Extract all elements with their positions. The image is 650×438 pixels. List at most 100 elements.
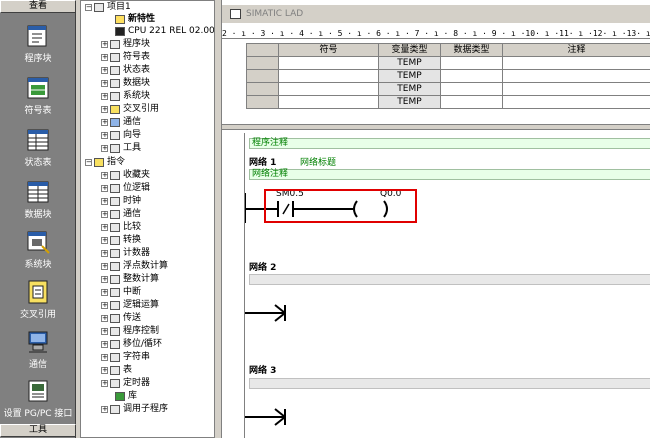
tree-node-communication[interactable]: + 通信 xyxy=(101,117,141,128)
var-type-cell[interactable]: TEMP xyxy=(378,56,441,70)
nav-data-block[interactable]: 数据块 xyxy=(0,180,76,230)
tree-node-compare[interactable]: + 比较 xyxy=(101,222,141,233)
tree-node-whats-new[interactable]: 新特性 xyxy=(115,14,155,25)
splitter[interactable] xyxy=(222,124,650,130)
rung-2-empty[interactable] xyxy=(245,301,305,325)
tree-node-wizard[interactable]: + 向导 xyxy=(101,130,141,141)
tree-node-label: 数据块 xyxy=(123,78,151,88)
expand-icon[interactable]: + xyxy=(101,380,108,387)
expand-icon[interactable]: + xyxy=(101,93,108,100)
tree-node-symbol-table[interactable]: + 符号表 xyxy=(101,52,150,63)
tree-node-library[interactable]: 库 xyxy=(115,391,137,402)
view-header[interactable]: 查看 xyxy=(0,0,76,13)
nav-system-block[interactable]: 系统块 xyxy=(0,230,76,280)
tools-header[interactable]: 工具 xyxy=(0,424,76,437)
table-row[interactable]: TEMP xyxy=(246,95,650,109)
tree-node-favorites[interactable]: + 收藏夹 xyxy=(101,170,150,181)
expand-icon[interactable]: + xyxy=(101,406,108,413)
expand-icon[interactable]: + xyxy=(101,80,108,87)
expand-icon[interactable]: + xyxy=(101,367,108,374)
tree-node-program-control[interactable]: + 程序控制 xyxy=(101,326,159,337)
expand-icon[interactable]: + xyxy=(101,41,108,48)
col-header-comment[interactable]: 注释 xyxy=(502,43,650,57)
expand-icon[interactable]: + xyxy=(101,185,108,192)
tree-node-label: 程序块 xyxy=(123,39,151,49)
expand-icon[interactable]: + xyxy=(101,237,108,244)
tree-node-table[interactable]: + 表 xyxy=(101,365,132,376)
tree-node-system-block[interactable]: + 系统块 xyxy=(101,91,150,102)
col-header-symbol[interactable]: 符号 xyxy=(278,43,379,57)
expand-icon[interactable]: + xyxy=(101,54,108,61)
col-header-data-type[interactable]: 数据类型 xyxy=(440,43,503,57)
tree-node-communication-instr[interactable]: + 通信 xyxy=(101,209,141,220)
tree-node-bit-logic[interactable]: + 位逻辑 xyxy=(101,183,150,194)
collapse-icon[interactable]: − xyxy=(85,4,92,11)
tree-node-logic-ops[interactable]: + 逻辑运算 xyxy=(101,300,159,311)
expand-icon[interactable]: + xyxy=(101,315,108,322)
var-type-cell[interactable]: TEMP xyxy=(378,82,441,96)
nav-pg-pc-interface[interactable]: 设置 PG/PC 接口 xyxy=(0,379,76,429)
expand-icon[interactable]: + xyxy=(101,211,108,218)
network-3-comment[interactable] xyxy=(249,378,650,389)
rung-3-empty[interactable] xyxy=(245,405,305,429)
tree-node-counter[interactable]: + 计数器 xyxy=(101,248,150,259)
var-type-cell[interactable]: TEMP xyxy=(378,95,441,109)
expand-icon[interactable]: + xyxy=(101,172,108,179)
table-row[interactable]: TEMP xyxy=(246,82,650,96)
network-3-label[interactable]: 网络 3 xyxy=(249,363,276,376)
network-comment[interactable]: 网络注释 xyxy=(249,169,650,180)
tree-node-project[interactable]: − 项目1 xyxy=(85,2,131,13)
tree-node-tools[interactable]: + 工具 xyxy=(101,143,141,154)
expand-icon[interactable]: + xyxy=(101,145,108,152)
nav-cross-reference[interactable]: 交叉引用 xyxy=(0,280,76,330)
nav-program-block[interactable]: 程序块 xyxy=(0,24,76,74)
program-comment[interactable]: 程序注释 xyxy=(249,138,650,149)
tree-node-data-block[interactable]: + 数据块 xyxy=(101,78,150,89)
tree-node-program-block[interactable]: + 程序块 xyxy=(101,39,150,50)
col-header-var-type[interactable]: 变量类型 xyxy=(378,43,441,57)
tree-node-move[interactable]: + 传送 xyxy=(101,313,141,324)
tree-node-cross-reference[interactable]: + 交叉引用 xyxy=(101,104,159,115)
expand-icon[interactable]: + xyxy=(101,276,108,283)
expand-icon[interactable]: + xyxy=(101,341,108,348)
tree-node-timer[interactable]: + 定时器 xyxy=(101,378,150,389)
expand-icon[interactable]: + xyxy=(101,354,108,361)
network-2-comment[interactable] xyxy=(249,274,650,285)
nav-symbol-table[interactable]: 符号表 xyxy=(0,76,76,126)
var-type-cell[interactable]: TEMP xyxy=(378,69,441,83)
tree-node-cpu[interactable]: CPU 221 REL 02.00 xyxy=(115,26,215,37)
tree-node-float-math[interactable]: + 浮点数计算 xyxy=(101,261,168,272)
expand-icon[interactable]: + xyxy=(101,119,108,126)
table-row[interactable]: TEMP xyxy=(246,69,650,83)
nav-status-table[interactable]: 状态表 xyxy=(0,128,76,178)
tree-node-integer-math[interactable]: + 整数计算 xyxy=(101,274,159,285)
tree-node-call-subroutine[interactable]: + 调用子程序 xyxy=(101,404,168,415)
tree-node-shift-rotate[interactable]: + 移位/循环 xyxy=(101,339,162,350)
network-2-label[interactable]: 网络 2 xyxy=(249,260,276,273)
expand-icon[interactable]: + xyxy=(101,263,108,270)
tree-node-label: 计数器 xyxy=(123,248,151,258)
cpu-icon xyxy=(115,27,125,36)
expand-icon[interactable]: + xyxy=(101,224,108,231)
tree-node-status-table[interactable]: + 状态表 xyxy=(101,65,150,76)
ladder-area[interactable]: 程序注释 网络 1 网络标题 网络注释 SM0.5 Q0.0 网络 2 网络 3 xyxy=(244,133,650,438)
tree-node-clock[interactable]: + 时钟 xyxy=(101,196,141,207)
tree-node-label: CPU 221 REL 02.00 xyxy=(128,26,215,36)
expand-icon[interactable]: + xyxy=(101,67,108,74)
table-row[interactable]: TEMP xyxy=(246,56,650,70)
network-1-title[interactable]: 网络标题 xyxy=(300,155,336,168)
tree-node-interrupt[interactable]: + 中断 xyxy=(101,287,141,298)
expand-icon[interactable]: + xyxy=(101,289,108,296)
expand-icon[interactable]: + xyxy=(101,328,108,335)
tree-node-instructions[interactable]: − 指令 xyxy=(85,157,125,168)
tree-node-convert[interactable]: + 转换 xyxy=(101,235,141,246)
expand-icon[interactable]: + xyxy=(101,106,108,113)
network-1-label[interactable]: 网络 1 xyxy=(249,155,276,168)
nav-communication[interactable]: 通信 xyxy=(0,330,76,380)
tree-node-string[interactable]: + 字符串 xyxy=(101,352,150,363)
collapse-icon[interactable]: − xyxy=(85,159,92,166)
expand-icon[interactable]: + xyxy=(101,250,108,257)
expand-icon[interactable]: + xyxy=(101,198,108,205)
expand-icon[interactable]: + xyxy=(101,132,108,139)
expand-icon[interactable]: + xyxy=(101,302,108,309)
